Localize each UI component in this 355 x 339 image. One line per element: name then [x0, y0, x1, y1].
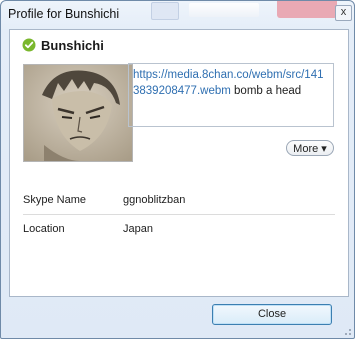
field-label: Location [23, 223, 65, 235]
mood-text: bomb a head [230, 85, 302, 97]
mood-message: https://media.8chan.co/webm/src/14138392… [128, 63, 334, 127]
field-value: Japan [123, 223, 153, 235]
profile-window: Profile for Bunshichi x Bunshichi https:… [0, 0, 355, 339]
field-label: Skype Name [23, 194, 86, 206]
field-value: ggnoblitzban [123, 194, 186, 206]
title-bar[interactable]: Profile for Bunshichi x [1, 1, 354, 29]
close-window-button[interactable]: x [335, 5, 352, 21]
more-button[interactable]: More ▾ [286, 140, 334, 156]
profile-name: Bunshichi [41, 38, 104, 53]
background-window-fragment [277, 1, 337, 18]
resize-grip-icon[interactable] [342, 326, 352, 336]
close-button[interactable]: Close [212, 304, 332, 325]
background-window-fragment [151, 2, 179, 20]
field-row-skype-name: Skype Name ggnoblitzban [23, 190, 335, 212]
profile-panel: Bunshichi https://media.8chan.co/webm/sr… [9, 29, 349, 297]
background-window-fragment [189, 3, 259, 17]
field-divider [23, 214, 335, 215]
field-row-location: Location Japan [23, 219, 335, 241]
dialog-footer: Close [1, 296, 354, 338]
close-icon: x [340, 6, 347, 18]
avatar [23, 64, 133, 162]
online-check-icon [22, 38, 36, 52]
more-label: More [293, 143, 319, 155]
chevron-down-icon: ▾ [321, 143, 327, 155]
window-title: Profile for Bunshichi [8, 7, 120, 21]
